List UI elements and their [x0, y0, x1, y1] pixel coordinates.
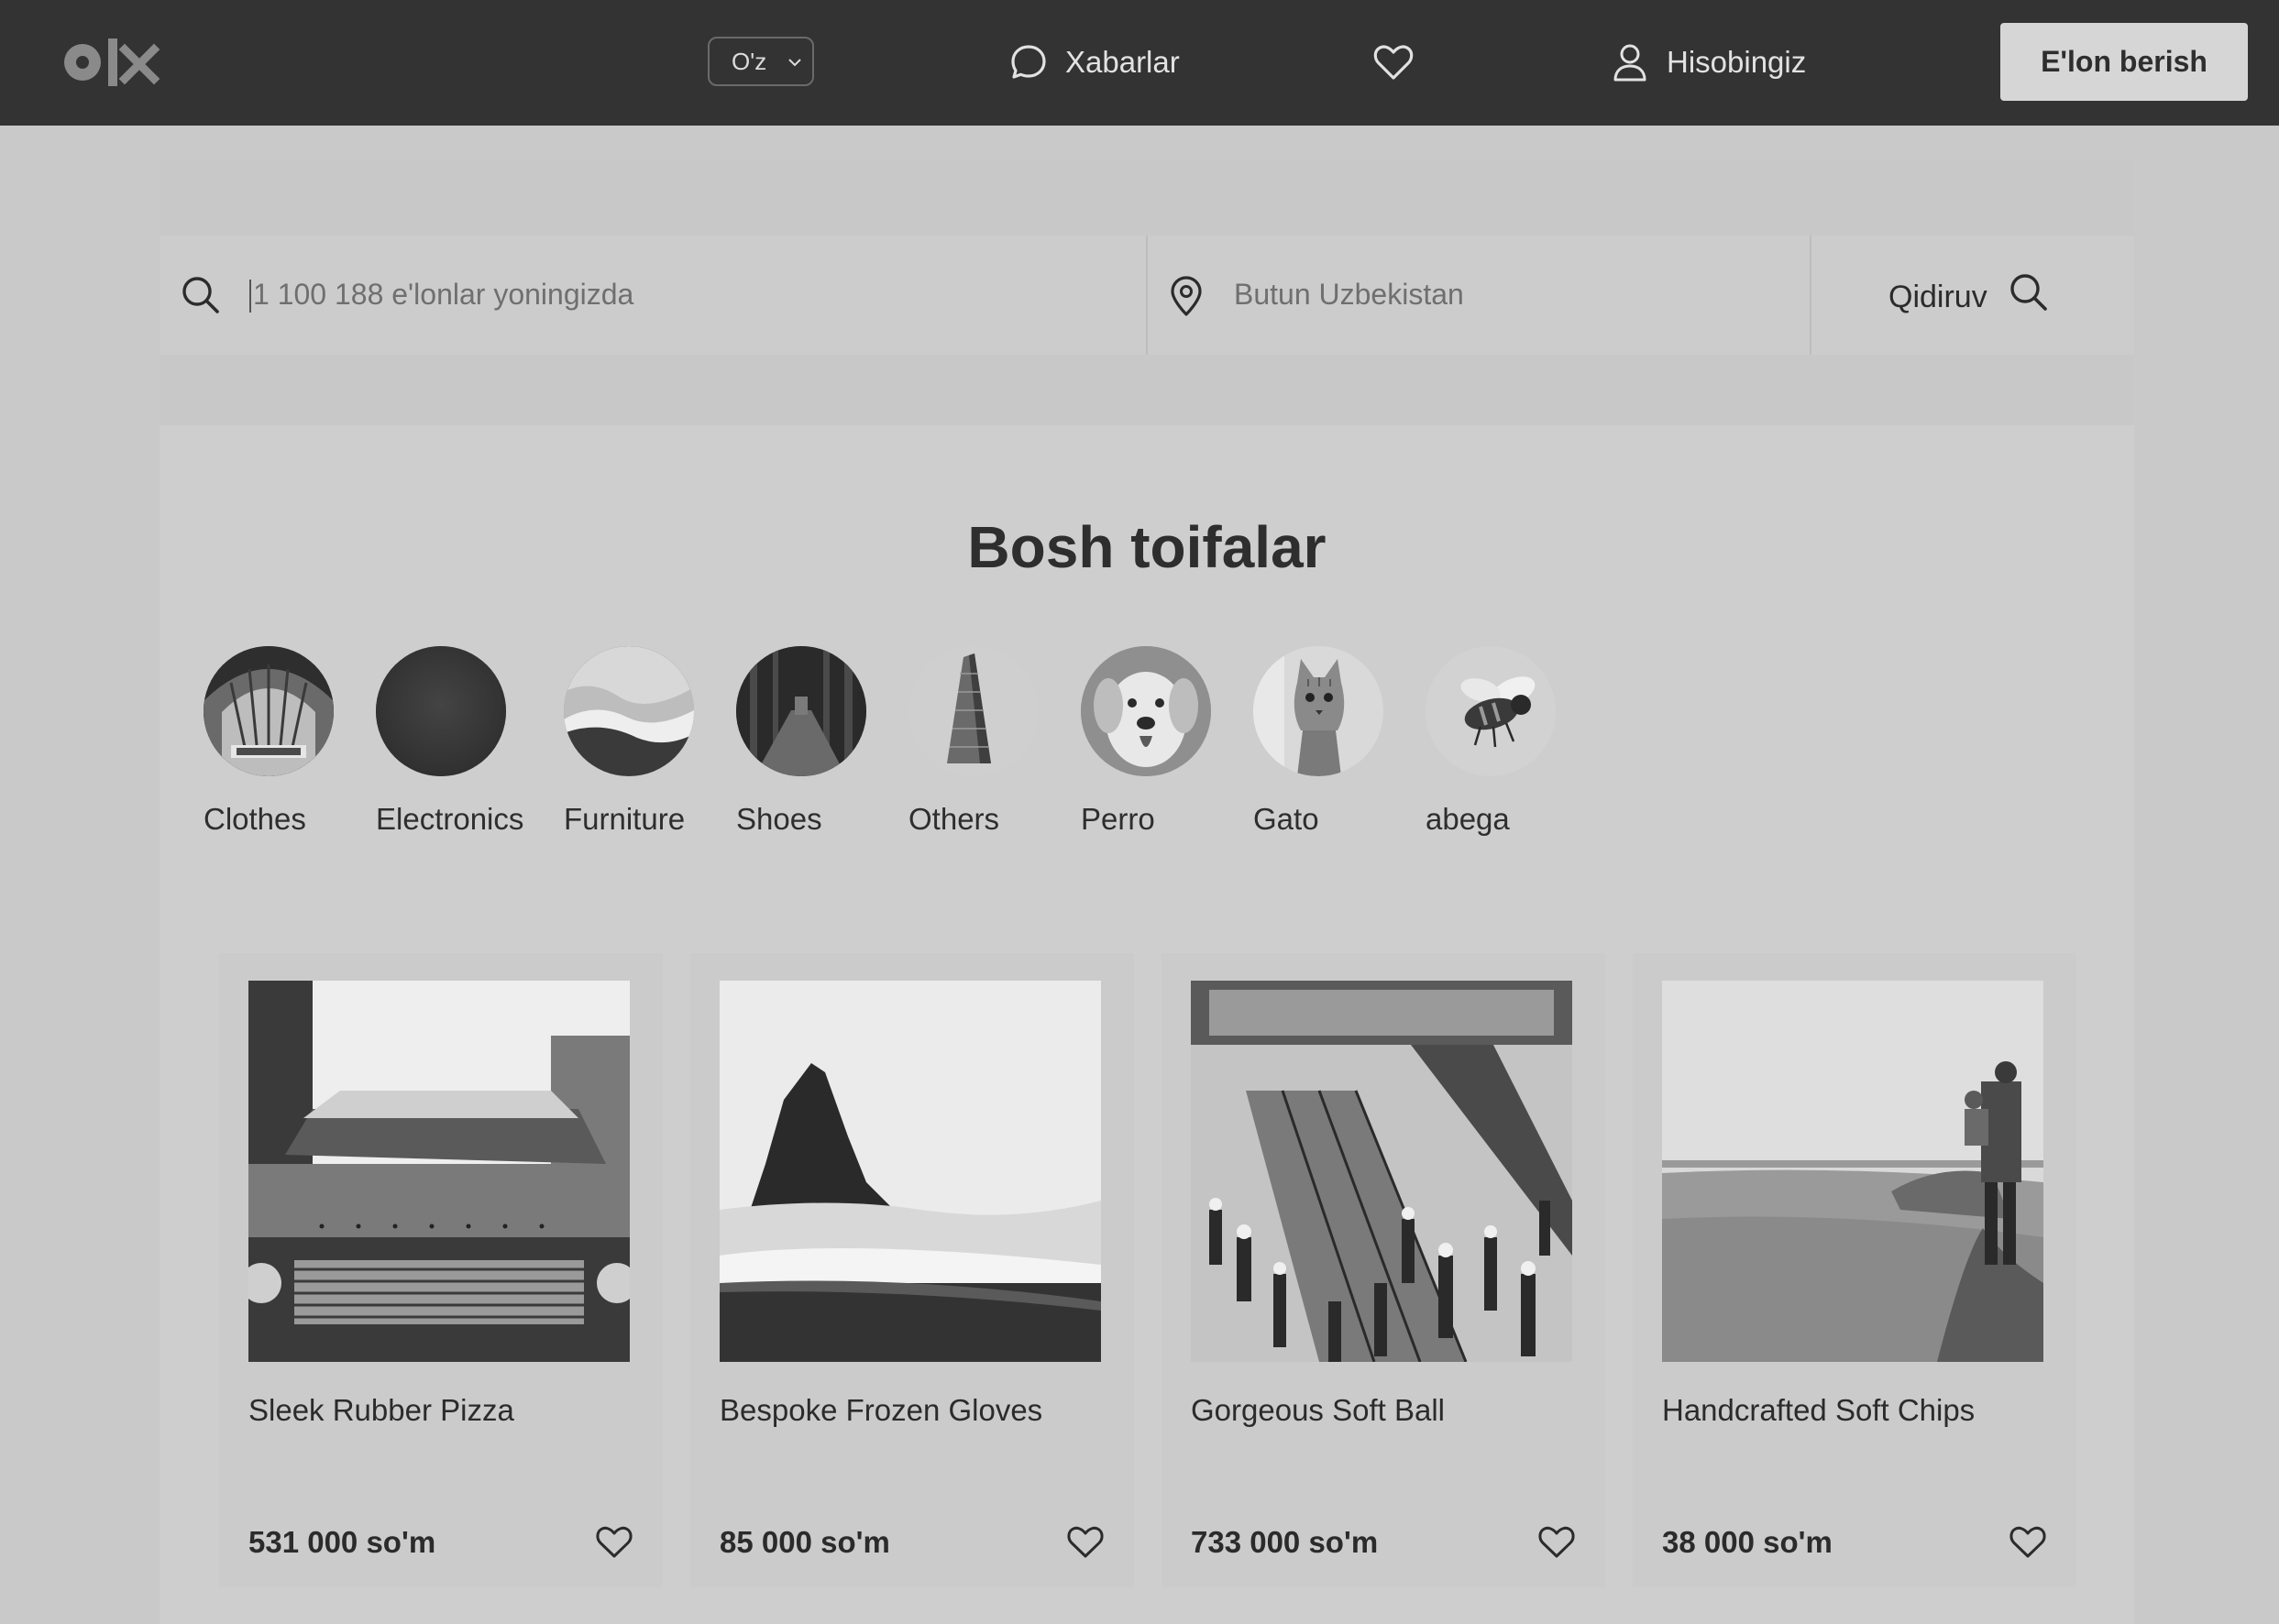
- search-divider: [1146, 236, 1148, 355]
- chat-bubble-icon: [1011, 45, 1046, 79]
- product-image-sea-stack: [720, 981, 1101, 1362]
- search-icon: [2010, 274, 2047, 311]
- category-image-dark: [376, 646, 506, 776]
- top-navigation-bar: O'z Xabarlar Hisobingiz E'lon berish: [0, 0, 2279, 126]
- heart-icon[interactable]: [1066, 1523, 1105, 1560]
- product-image-crowd-escalator: [1191, 981, 1572, 1362]
- product-image-beach-father-child: [1662, 981, 2043, 1362]
- category-image-cat: [1253, 646, 1383, 776]
- category-item[interactable]: Shoes: [736, 646, 910, 837]
- location-pin-icon: [1171, 276, 1202, 316]
- heart-icon[interactable]: [1371, 40, 1415, 84]
- product-price: 531 000 so'm: [248, 1525, 436, 1559]
- category-image-forest-path: [736, 646, 866, 776]
- category-item[interactable]: Gato: [1253, 646, 1427, 837]
- product-title[interactable]: Handcrafted Soft Chips: [1662, 1393, 1975, 1428]
- category-item[interactable]: abega: [1426, 646, 1600, 837]
- account-link[interactable]: Hisobingiz: [1612, 37, 1806, 88]
- search-submit-label: Qidiruv: [1888, 279, 1987, 314]
- category-label: abega: [1426, 802, 1510, 836]
- category-item[interactable]: Clothes: [204, 646, 378, 837]
- category-image-dog: [1081, 646, 1211, 776]
- category-label: Clothes: [204, 802, 306, 836]
- search-divider: [1810, 236, 1811, 355]
- chevron-down-icon: [788, 59, 801, 67]
- product-price: 733 000 so'm: [1191, 1525, 1379, 1559]
- category-image-arched-ceiling: [204, 646, 334, 776]
- product-card[interactable]: Sleek Rubber Pizza 531 000 so'm: [219, 953, 663, 1587]
- location-input[interactable]: [1234, 271, 1784, 317]
- category-label: Gato: [1253, 802, 1319, 836]
- product-title[interactable]: Sleek Rubber Pizza: [248, 1393, 514, 1428]
- messages-label: Xabarlar: [1065, 45, 1180, 79]
- post-ad-button[interactable]: E'lon berish: [2000, 23, 2248, 101]
- category-item[interactable]: Furniture: [564, 646, 738, 837]
- heart-icon[interactable]: [595, 1523, 633, 1560]
- product-price: 85 000 so'm: [720, 1525, 890, 1559]
- search-icon: [182, 277, 219, 313]
- category-label: Electronics: [376, 802, 524, 836]
- user-icon: [1613, 44, 1646, 82]
- product-image-vintage-car: [248, 981, 630, 1362]
- category-image-ocean-wave: [564, 646, 694, 776]
- olx-logo[interactable]: [62, 35, 161, 90]
- product-card[interactable]: Handcrafted Soft Chips 38 000 so'm: [1633, 953, 2076, 1587]
- account-label: Hisobingiz: [1667, 45, 1807, 79]
- category-label: Furniture: [564, 802, 686, 836]
- heart-icon[interactable]: [1537, 1523, 1576, 1560]
- search-input[interactable]: [249, 271, 1120, 317]
- product-price: 38 000 so'm: [1662, 1525, 1833, 1559]
- section-title: Bosh toifalar: [967, 514, 1327, 580]
- category-label: Shoes: [736, 802, 822, 836]
- category-image-bee: [1426, 646, 1556, 776]
- category-image-flatiron-building: [908, 646, 1039, 776]
- category-label: Others: [908, 802, 1000, 836]
- category-item[interactable]: Others: [908, 646, 1083, 837]
- language-select[interactable]: O'z: [708, 37, 814, 86]
- product-card[interactable]: Gorgeous Soft Ball 733 000 so'm: [1162, 953, 1605, 1587]
- product-card[interactable]: Bespoke Frozen Gloves 85 000 so'm: [690, 953, 1134, 1587]
- product-title[interactable]: Gorgeous Soft Ball: [1191, 1393, 1445, 1428]
- search-submit-button[interactable]: Qidiruv: [1888, 268, 2050, 326]
- category-item[interactable]: Perro: [1081, 646, 1255, 837]
- product-title[interactable]: Bespoke Frozen Gloves: [720, 1393, 1042, 1428]
- messages-link[interactable]: Xabarlar: [1008, 37, 1180, 88]
- heart-icon[interactable]: [2009, 1523, 2047, 1560]
- category-item[interactable]: Electronics: [376, 646, 550, 837]
- language-value: O'z: [732, 47, 767, 75]
- category-label: Perro: [1081, 802, 1155, 836]
